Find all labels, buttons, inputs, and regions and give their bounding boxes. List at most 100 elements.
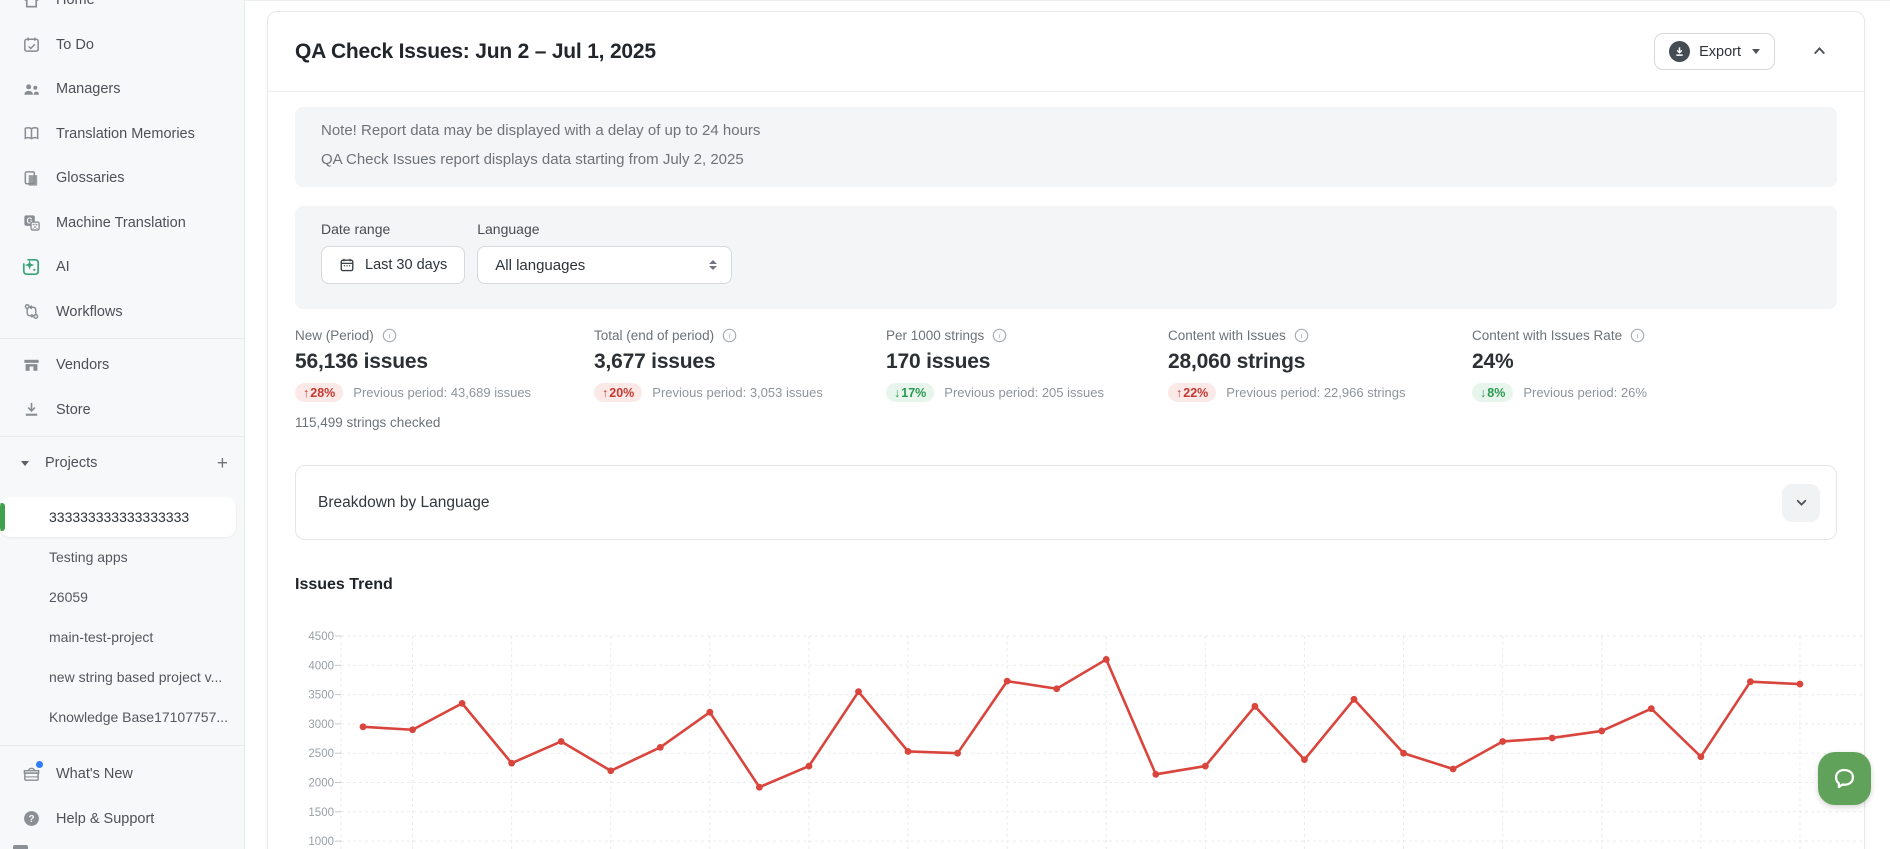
sidebar-item-translation-memories[interactable]: Translation Memories — [0, 112, 244, 157]
project-item[interactable]: 26059 — [0, 577, 244, 617]
note-box: Note! Report data may be displayed with … — [295, 107, 1837, 187]
stat-label: New (Period) — [295, 328, 374, 343]
info-icon[interactable]: i — [382, 328, 397, 343]
sidebar-footer-nav: What's New ? Help & Support — [0, 752, 244, 841]
sidebar-item-label: Help & Support — [56, 811, 154, 827]
language-select[interactable]: All languages — [477, 246, 732, 284]
stat-label: Per 1000 strings — [886, 328, 984, 343]
sidebar-item-label: Glossaries — [56, 170, 125, 186]
export-download-icon — [1669, 41, 1690, 62]
project-item-label: Testing apps — [49, 549, 128, 565]
ai-sparkle-icon — [21, 257, 41, 277]
projects-list: 333333333333333333 Testing apps 26059 ma… — [0, 497, 244, 737]
sidebar-item-todo[interactable]: To Do — [0, 23, 244, 68]
svg-text:?: ? — [28, 814, 34, 825]
svg-text:3000: 3000 — [308, 719, 334, 731]
note-line-1: Note! Report data may be displayed with … — [321, 123, 1811, 139]
breakdown-expand-button[interactable] — [1782, 484, 1820, 522]
svg-text:2000: 2000 — [308, 778, 334, 790]
help-question-icon: ? — [21, 809, 41, 829]
sidebar-item-vendors[interactable]: Vendors — [0, 343, 244, 388]
line-chart-svg: 45004000350030002500200015001000500 — [294, 606, 1866, 849]
project-item[interactable]: new string based project v... — [0, 657, 244, 697]
chevron-down-icon — [1793, 494, 1810, 511]
report-card: QA Check Issues: Jun 2 – Jul 1, 2025 Exp… — [267, 11, 1865, 849]
sidebar-item-home[interactable]: Home — [0, 0, 244, 23]
svg-text:2500: 2500 — [308, 748, 334, 760]
sidebar-divider — [0, 436, 244, 437]
note-line-2: QA Check Issues report displays data sta… — [321, 152, 1811, 168]
projects-collapse-caret-icon[interactable] — [21, 461, 29, 466]
chat-widget-button[interactable] — [1818, 752, 1871, 805]
delta-badge: ↑20% — [594, 383, 642, 402]
sidebar-item-store[interactable]: Store — [0, 388, 244, 433]
stat-value: 24% — [1472, 350, 1647, 374]
export-button[interactable]: Export — [1654, 33, 1775, 70]
project-item[interactable]: Knowledge Base17107757... — [0, 697, 244, 737]
sidebar-divider — [0, 745, 244, 746]
sidebar-main-nav: Home To Do Managers Translation Memories… — [0, 0, 244, 334]
language-filter: Language All languages — [477, 221, 732, 284]
sidebar-item-label: AI — [56, 259, 70, 275]
project-item-active[interactable]: 333333333333333333 — [0, 497, 236, 537]
clipped-bottom-icon — [13, 845, 28, 849]
project-item[interactable]: main-test-project — [0, 617, 244, 657]
info-icon[interactable]: i — [1294, 328, 1309, 343]
svg-text:4500: 4500 — [308, 631, 334, 643]
previous-period-text: Previous period: 43,689 issues — [353, 385, 531, 400]
sidebar-item-glossaries[interactable]: Glossaries — [0, 156, 244, 201]
stat-total-end-of-period: Total (end of period) i 3,677 issues ↑20… — [594, 328, 886, 402]
issues-trend-chart: 45004000350030002500200015001000500 — [294, 606, 1866, 849]
project-item-label: 26059 — [49, 589, 88, 605]
sidebar-item-label: Vendors — [56, 357, 109, 373]
language-select-value: All languages — [495, 257, 585, 274]
projects-header: Projects + — [0, 441, 244, 485]
export-button-label: Export — [1699, 44, 1741, 60]
sidebar-item-whats-new[interactable]: What's New — [0, 752, 244, 797]
project-item-label: main-test-project — [49, 629, 153, 645]
sidebar-item-machine-translation[interactable]: G文 Machine Translation — [0, 201, 244, 246]
open-book-icon — [21, 124, 41, 144]
sidebar-item-help-support[interactable]: ? Help & Support — [0, 797, 244, 842]
breakdown-panel-title: Breakdown by Language — [318, 494, 490, 512]
sidebar-item-workflows[interactable]: Workflows — [0, 290, 244, 335]
storefront-icon — [21, 355, 41, 375]
svg-text:i: i — [1300, 332, 1302, 341]
stat-label: Content with Issues Rate — [1472, 328, 1622, 343]
sidebar-item-ai[interactable]: AI — [0, 245, 244, 290]
stat-new-period: New (Period) i 56,136 issues ↑28% Previo… — [295, 328, 594, 402]
delta-badge: ↑28% — [295, 383, 343, 402]
sidebar-item-label: What's New — [56, 766, 133, 782]
project-item-label: new string based project v... — [49, 669, 222, 685]
header-actions: Export — [1654, 33, 1848, 70]
date-range-label: Date range — [321, 221, 465, 237]
sidebar-secondary-nav: Vendors Store — [0, 343, 244, 432]
calendar-icon — [339, 257, 355, 273]
page-title: QA Check Issues: Jun 2 – Jul 1, 2025 — [295, 40, 656, 64]
chevron-up-icon — [1811, 42, 1828, 59]
stat-value: 56,136 issues — [295, 350, 594, 374]
previous-period-text: Previous period: 205 issues — [944, 385, 1104, 400]
export-dropdown-caret-icon — [1752, 49, 1760, 54]
stat-content-with-issues-rate: Content with Issues Rate i 24% ↓8% Previ… — [1472, 328, 1647, 402]
svg-text:文: 文 — [32, 223, 38, 231]
translate-icon: G文 — [21, 213, 41, 233]
report-header: QA Check Issues: Jun 2 – Jul 1, 2025 Exp… — [268, 12, 1864, 92]
sidebar-item-label: Workflows — [56, 304, 123, 320]
project-item-label: 333333333333333333 — [49, 509, 189, 525]
date-range-filter: Date range Last 30 days — [321, 221, 465, 284]
sidebar-divider — [0, 338, 244, 339]
sidebar-item-label: Managers — [56, 81, 120, 97]
books-icon — [21, 168, 41, 188]
project-item[interactable]: Testing apps — [0, 537, 244, 577]
info-icon[interactable]: i — [1630, 328, 1645, 343]
info-icon[interactable]: i — [722, 328, 737, 343]
add-project-button[interactable]: + — [217, 454, 228, 473]
select-updown-icon — [709, 260, 717, 270]
info-icon[interactable]: i — [992, 328, 1007, 343]
svg-text:i: i — [729, 332, 731, 341]
svg-text:1500: 1500 — [308, 807, 334, 819]
collapse-report-button[interactable] — [1805, 36, 1834, 68]
sidebar-item-managers[interactable]: Managers — [0, 67, 244, 112]
date-range-button[interactable]: Last 30 days — [321, 246, 465, 284]
